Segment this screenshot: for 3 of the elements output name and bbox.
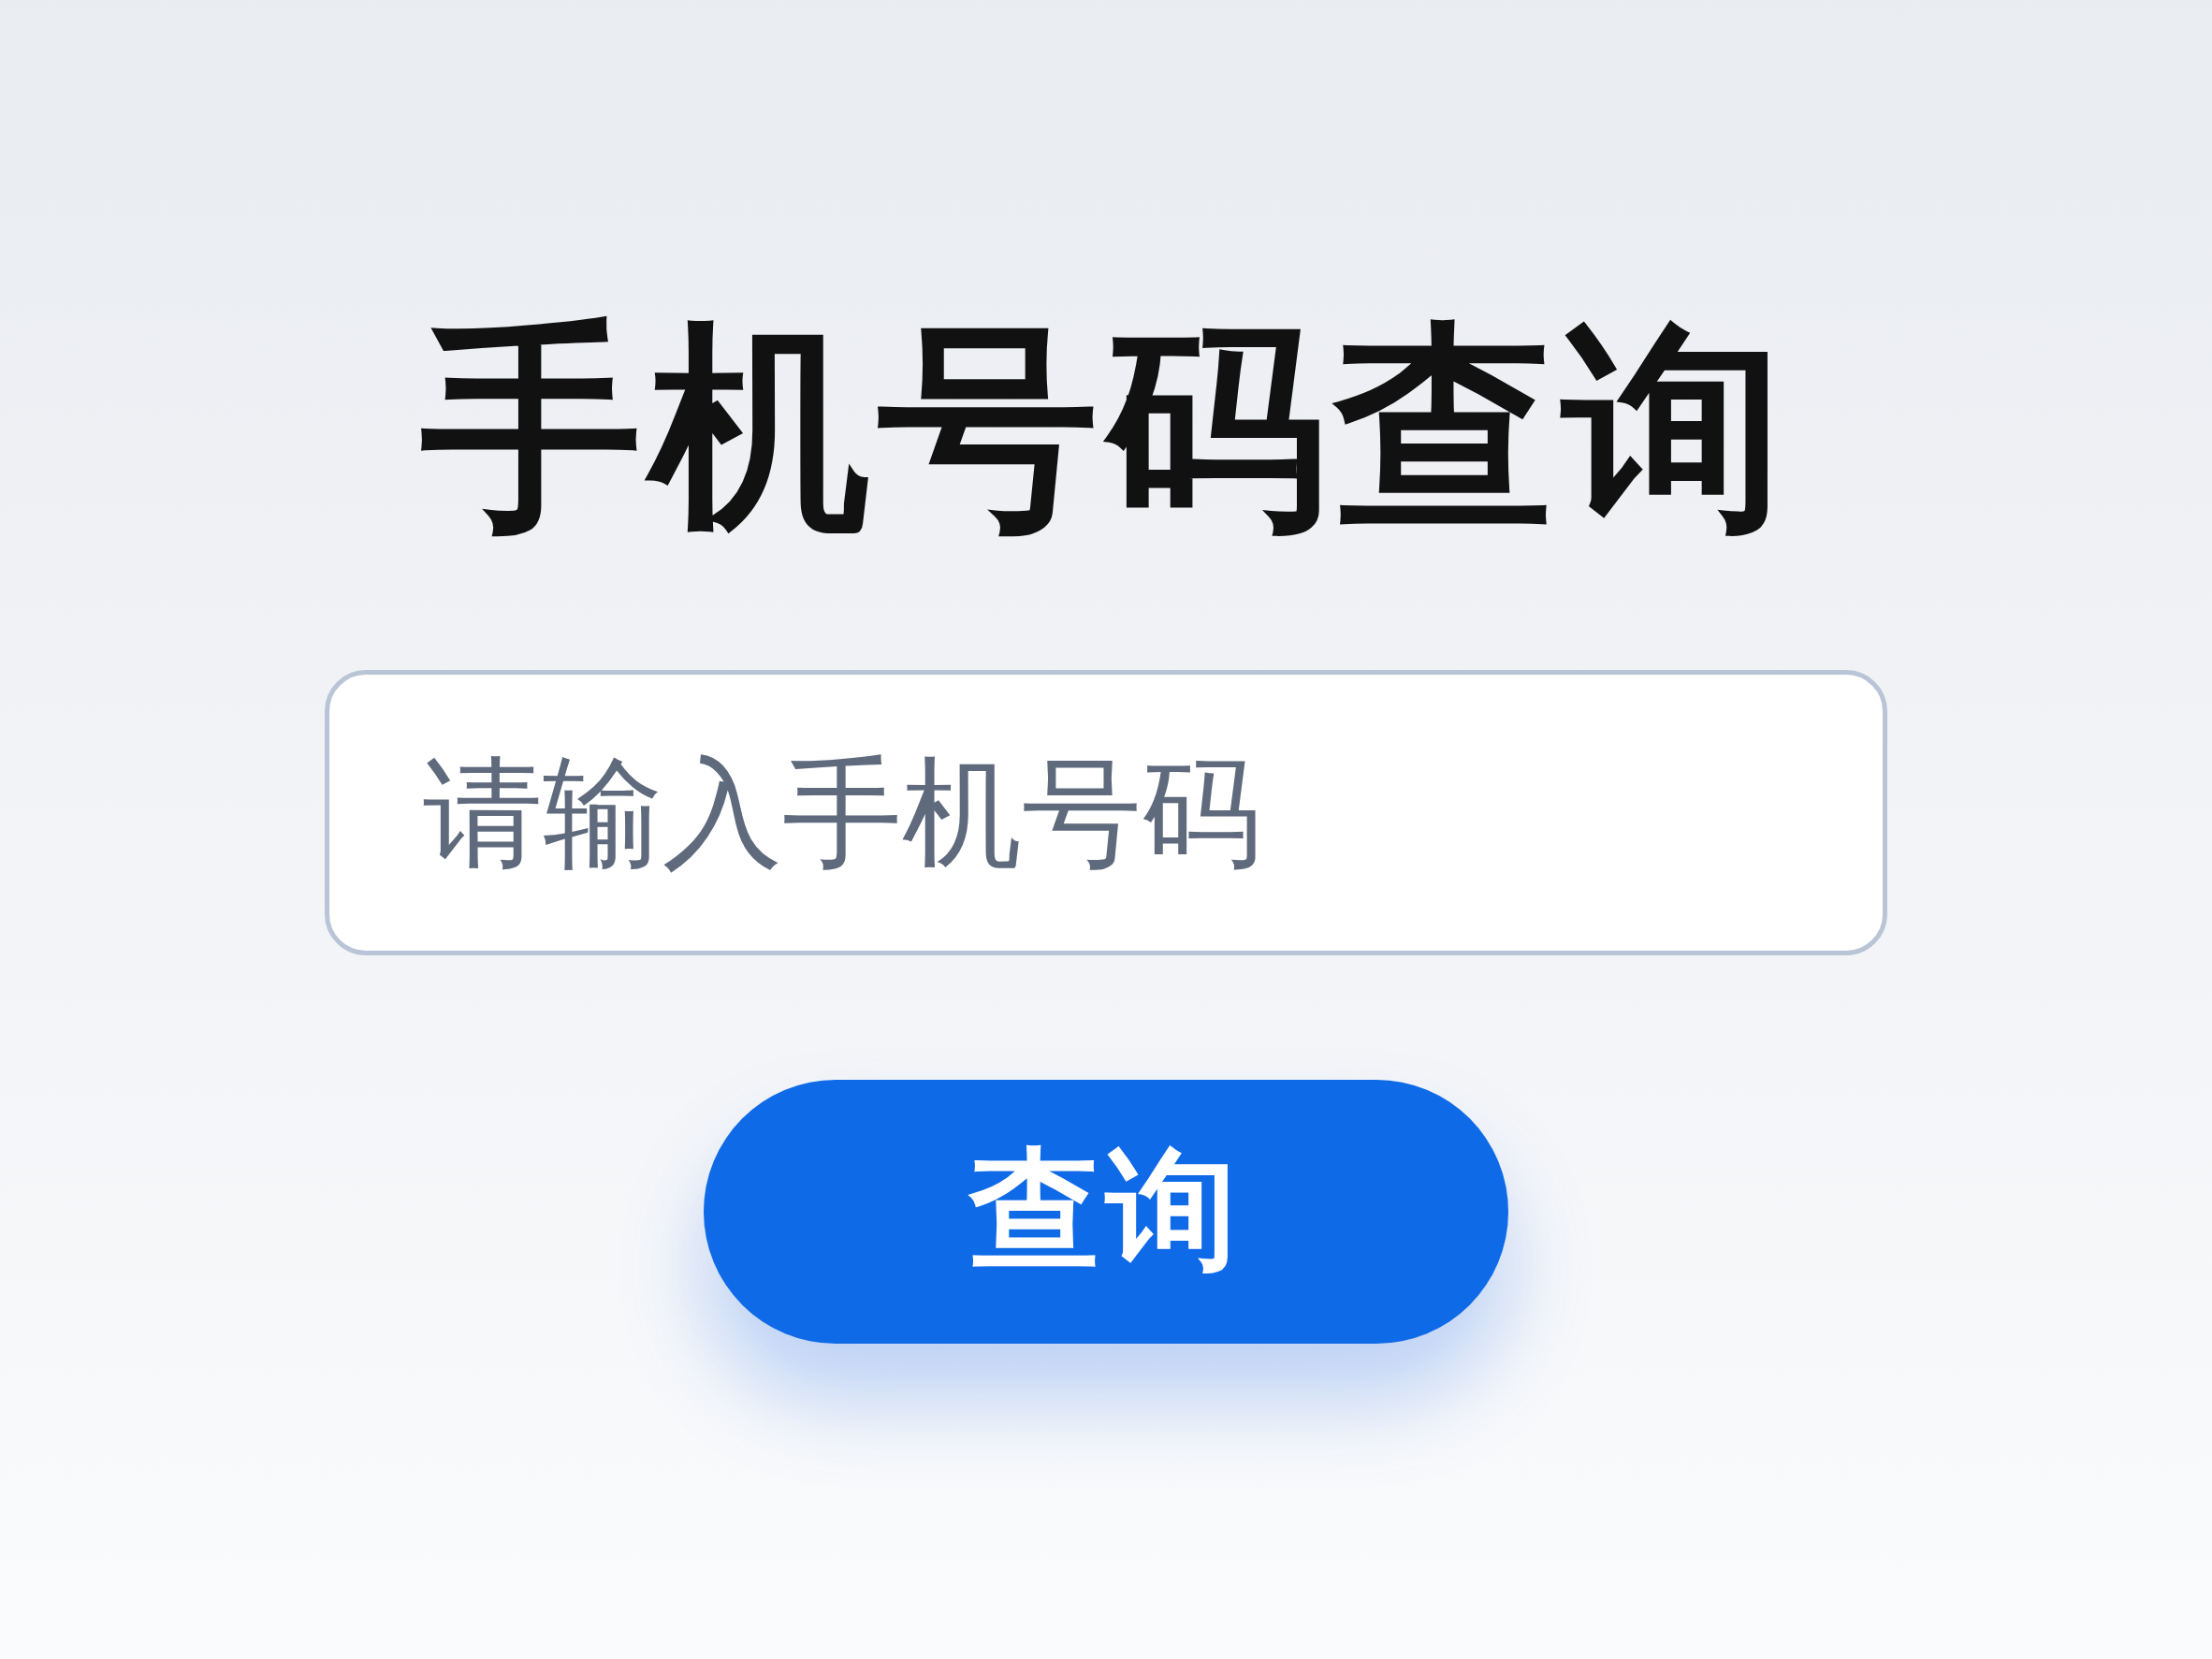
phone-input-field[interactable]: 请输入手机号码 bbox=[325, 670, 1887, 955]
page-title: 手机号码查询 bbox=[421, 318, 1791, 539]
query-button[interactable]: 查询 bbox=[704, 1080, 1508, 1344]
